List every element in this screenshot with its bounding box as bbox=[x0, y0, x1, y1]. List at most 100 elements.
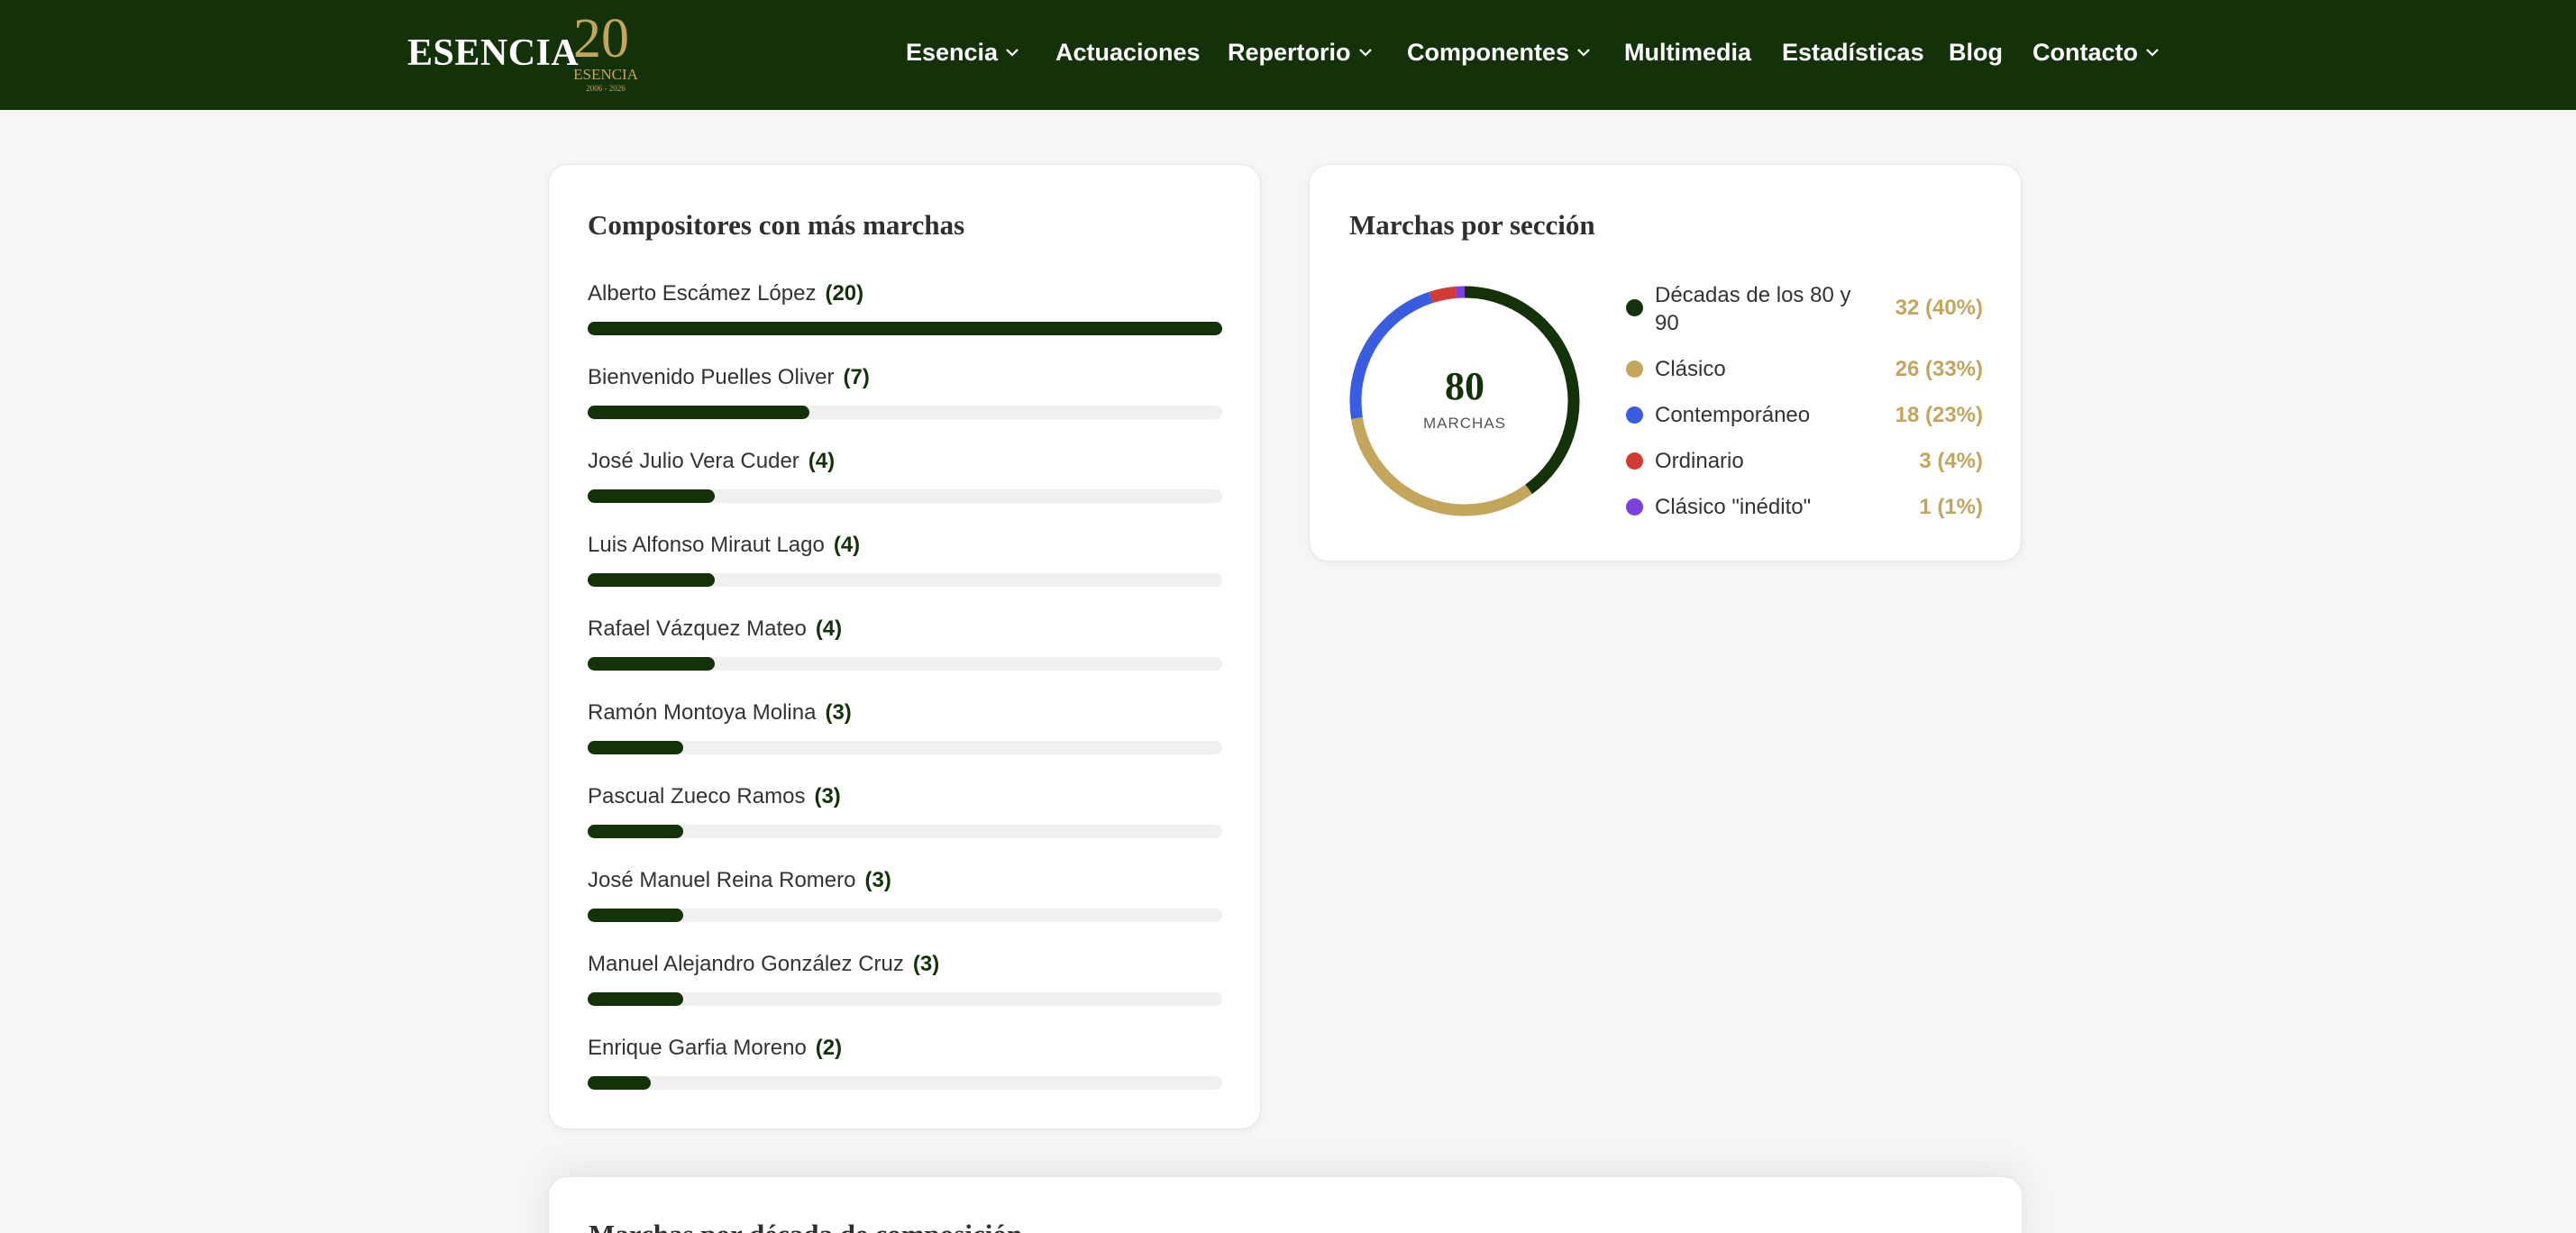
composer-row: Rafael Vázquez Mateo (4) bbox=[588, 616, 1222, 700]
nav-label: Repertorio bbox=[1228, 38, 1351, 66]
decades-card: Marchas por década de composición bbox=[548, 1176, 2023, 1233]
composer-bar bbox=[588, 322, 1222, 335]
nav-label: Contacto bbox=[2032, 38, 2138, 66]
composer-count: (4) bbox=[808, 449, 836, 473]
legend-value: 26 (33%) bbox=[1895, 357, 1983, 381]
composer-bar-track bbox=[588, 489, 1222, 503]
chevron-down-icon bbox=[1006, 49, 1019, 57]
composer-count: (7) bbox=[843, 365, 870, 389]
donut-total: 80 bbox=[1445, 364, 1484, 408]
legend-swatch bbox=[1626, 406, 1643, 424]
composer-row: Luis Alfonso Miraut Lago (4) bbox=[588, 533, 1222, 616]
composer-count: (4) bbox=[815, 616, 843, 641]
nav-componentes[interactable]: Componentes bbox=[1407, 0, 1593, 105]
composer-name-text: José Julio Vera Cuder bbox=[588, 449, 799, 473]
composer-name-text: Luis Alfonso Miraut Lago bbox=[588, 533, 825, 557]
composer-bar-track bbox=[588, 657, 1222, 671]
legend-swatch bbox=[1626, 299, 1643, 316]
composer-bar-track bbox=[588, 573, 1222, 587]
composer-bar bbox=[588, 489, 715, 503]
composer-name: Enrique Garfia Moreno (2) bbox=[588, 1036, 842, 1061]
nav-label: Actuaciones bbox=[1055, 38, 1201, 66]
nav-estadisticas[interactable]: Estadísticas bbox=[1782, 0, 1924, 105]
nav-blog[interactable]: Blog bbox=[1949, 0, 2003, 105]
nav-label: Esencia bbox=[906, 38, 999, 66]
chevron-down-icon bbox=[1577, 49, 1590, 57]
legend-label: Clásico "inédito" bbox=[1655, 495, 1812, 519]
badge-name: ESENCIA bbox=[573, 66, 638, 83]
legend-label: Contemporáneo bbox=[1655, 403, 1811, 427]
composer-name: Luis Alfonso Miraut Lago (4) bbox=[588, 533, 860, 558]
composer-name-text: Pascual Zueco Ramos bbox=[588, 784, 806, 808]
composer-name-text: Manuel Alejandro González Cruz bbox=[588, 952, 904, 976]
composer-bar bbox=[588, 825, 683, 838]
composer-count: (2) bbox=[815, 1036, 843, 1060]
composer-bar bbox=[588, 657, 715, 671]
nav-label: Blog bbox=[1949, 38, 2003, 66]
legend-label: Ordinario bbox=[1655, 449, 1744, 473]
nav-label: Componentes bbox=[1407, 38, 1570, 66]
anniversary-badge[interactable]: 20 ESENCIA 2006 - 2026 bbox=[564, 7, 647, 97]
composer-name: Rafael Vázquez Mateo (4) bbox=[588, 616, 842, 642]
badge-number: 20 bbox=[573, 8, 629, 69]
nav-esencia[interactable]: Esencia bbox=[906, 0, 1021, 105]
legend-label: Décadas de los 80 y 90 bbox=[1655, 283, 1851, 335]
legend-value: 3 (4%) bbox=[1919, 449, 1983, 473]
composer-row: Manuel Alejandro González Cruz (3) bbox=[588, 952, 1222, 1036]
composer-count: (3) bbox=[864, 868, 891, 892]
composer-row: Bienvenido Puelles Oliver (7) bbox=[588, 365, 1222, 449]
site-header: ESENCIA 20 ESENCIA 2006 - 2026 Esencia A… bbox=[0, 0, 2576, 110]
chevron-down-icon bbox=[1358, 49, 1372, 57]
composer-name-text: Enrique Garfia Moreno bbox=[588, 1036, 807, 1060]
composer-row: Alberto Escámez López (20) bbox=[588, 281, 1222, 365]
legend-value: 18 (23%) bbox=[1895, 403, 1983, 427]
nav-label: Multimedia bbox=[1624, 38, 1752, 66]
legend-swatch bbox=[1626, 452, 1643, 470]
nav-contacto[interactable]: Contacto bbox=[2032, 0, 2161, 105]
nav-multimedia[interactable]: Multimedia bbox=[1624, 0, 1751, 105]
legend-value: 1 (1%) bbox=[1919, 495, 1983, 519]
composer-name-text: Bienvenido Puelles Oliver bbox=[588, 365, 835, 389]
composer-bar bbox=[588, 909, 683, 922]
nav-repertorio[interactable]: Repertorio bbox=[1228, 0, 1375, 105]
composer-row: José Julio Vera Cuder (4) bbox=[588, 449, 1222, 533]
composer-name-text: Alberto Escámez López bbox=[588, 281, 817, 306]
nav-label: Estadísticas bbox=[1782, 38, 1924, 66]
composer-name-text: Rafael Vázquez Mateo bbox=[588, 616, 807, 641]
composer-bar-track bbox=[588, 741, 1222, 754]
composer-bar bbox=[588, 573, 715, 587]
composer-bar-track bbox=[588, 406, 1222, 419]
legend-label: Clásico bbox=[1655, 357, 1726, 381]
composer-name-text: José Manuel Reina Romero bbox=[588, 868, 856, 892]
composer-row: Enrique Garfia Moreno (2) bbox=[588, 1036, 1222, 1119]
composer-bar-track bbox=[588, 1076, 1222, 1090]
composer-bar-track bbox=[588, 992, 1222, 1006]
composer-count: (4) bbox=[833, 533, 861, 557]
composer-bar bbox=[588, 406, 809, 419]
legend-swatch bbox=[1626, 498, 1643, 516]
composer-row: Ramón Montoya Molina (3) bbox=[588, 700, 1222, 784]
composer-bar bbox=[588, 992, 683, 1006]
composer-name: Alberto Escámez López (20) bbox=[588, 281, 863, 306]
composer-bar bbox=[588, 741, 683, 754]
composer-name-text: Ramón Montoya Molina bbox=[588, 700, 817, 725]
composer-count: (3) bbox=[912, 952, 940, 976]
composer-count: (3) bbox=[825, 700, 852, 725]
composer-bar-track bbox=[588, 909, 1222, 922]
composer-name: José Manuel Reina Romero (3) bbox=[588, 868, 891, 893]
site-logo[interactable]: ESENCIA bbox=[407, 32, 579, 75]
composers-title: Compositores con más marchas bbox=[588, 209, 965, 241]
composer-name: Ramón Montoya Molina (3) bbox=[588, 700, 852, 726]
badge-years: 2006 - 2026 bbox=[586, 84, 626, 93]
composer-name: Bienvenido Puelles Oliver (7) bbox=[588, 365, 870, 390]
nav-actuaciones[interactable]: Actuaciones bbox=[1055, 0, 1201, 105]
composer-name: Manuel Alejandro González Cruz (3) bbox=[588, 952, 939, 977]
donut-total-label: MARCHAS bbox=[1422, 415, 1506, 432]
donut-slice bbox=[1429, 286, 1457, 304]
composer-row: José Manuel Reina Romero (3) bbox=[588, 868, 1222, 952]
decades-title: Marchas por década de composición bbox=[589, 1219, 1022, 1233]
sections-title: Marchas por sección bbox=[1349, 209, 1595, 241]
composer-count: (3) bbox=[814, 784, 841, 808]
composer-name: José Julio Vera Cuder (4) bbox=[588, 449, 835, 474]
chevron-down-icon bbox=[2146, 49, 2159, 57]
